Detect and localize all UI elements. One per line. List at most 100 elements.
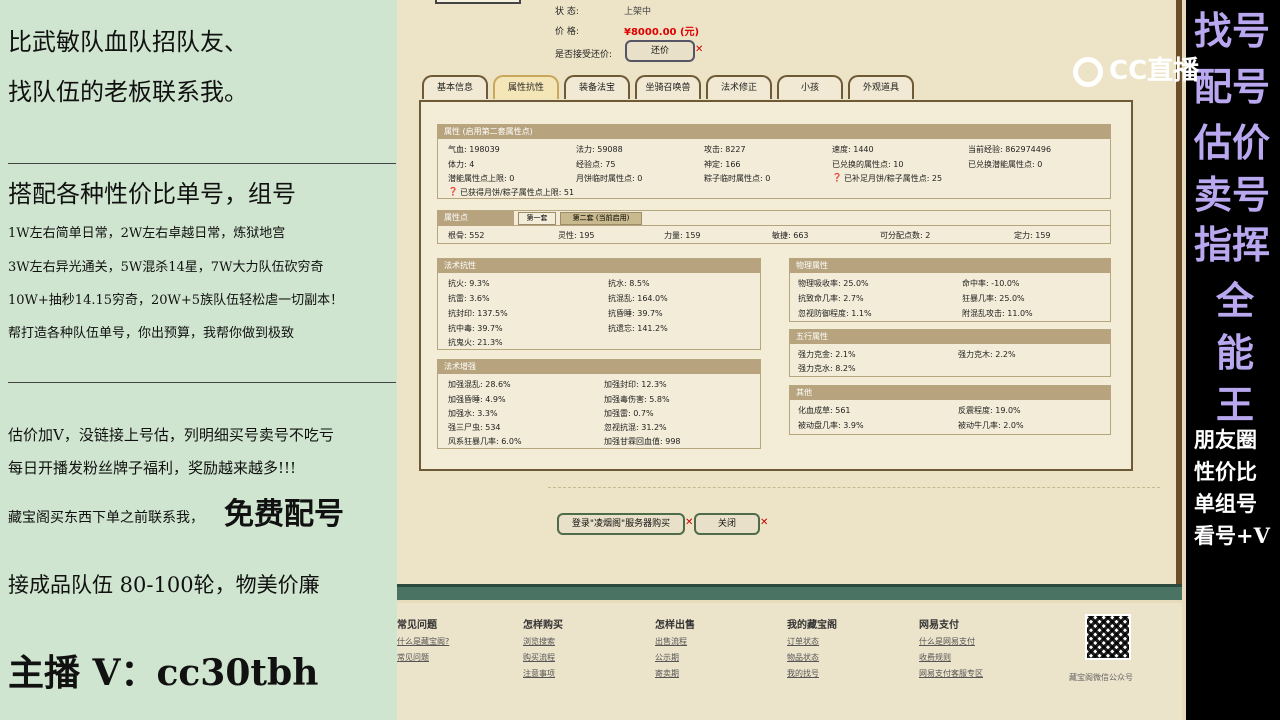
element-section: 五行属性 强力克金: 2.1% 强力克木: 2.2% 强力克水: 8.2% xyxy=(789,329,1111,377)
overlay-text: 估价 xyxy=(1194,120,1271,165)
close-button[interactable]: 关闭 xyxy=(694,513,760,535)
stat: 强力克木: 2.2% xyxy=(958,350,1016,359)
overlay-text: 全 xyxy=(1216,278,1255,323)
stat: 加强昏睡: 4.9% xyxy=(448,395,506,404)
stat: 被动牛几率: 2.0% xyxy=(958,421,1024,430)
stat: 潜能属性点上限: 0 xyxy=(448,174,515,183)
stat: 抗水: 8.5% xyxy=(608,279,650,288)
tab-basic[interactable]: 基本信息 xyxy=(422,75,488,99)
overlay-text: 能 xyxy=(1216,330,1255,375)
stream-overlay: 找号 配号 估价 卖号 指挥 全 能 王 朋友圈 性价比 单组号 看号+V xyxy=(1186,0,1280,720)
footer-heading: 网易支付 xyxy=(919,620,959,631)
stat: 定力: 159 xyxy=(1014,231,1051,240)
stat: 加强混乱: 28.6% xyxy=(448,380,511,389)
other-section: 其他 化血成草: 561 反震程度: 19.0% 被动盘几率: 3.9% 被动牛几率… xyxy=(789,385,1111,435)
stat: 根骨: 552 xyxy=(448,231,485,240)
footer-link[interactable]: 订单状态 xyxy=(787,636,819,647)
footer-heading: 常见问题 xyxy=(397,620,437,631)
stat: 攻击: 8227 xyxy=(704,145,746,154)
footer-link[interactable]: 什么是藏宝阁? xyxy=(397,636,449,647)
footer-link[interactable]: 浏览搜索 xyxy=(523,636,555,647)
section-title: 物理属性 xyxy=(790,259,1110,273)
help-icon[interactable]: ❓ xyxy=(832,173,842,182)
footer-link[interactable]: 寄卖期 xyxy=(655,668,679,679)
overlay-text: 找号 xyxy=(1194,8,1271,53)
footer-heading: 怎样出售 xyxy=(655,620,695,631)
tab-second-set[interactable]: 第二套 (当前启用) xyxy=(560,212,642,225)
section-title: 法术增强 xyxy=(438,360,760,374)
stat: 抗中毒: 39.7% xyxy=(448,324,503,333)
tab-child[interactable]: 小孩 xyxy=(777,75,843,99)
tab-first-set[interactable]: 第一套 xyxy=(518,212,556,225)
stat: 抗封印: 137.5% xyxy=(448,309,508,318)
stat: 加强雷: 0.7% xyxy=(604,409,654,418)
avatar-frame xyxy=(435,0,521,4)
bargain-button[interactable]: 还价 xyxy=(625,40,695,62)
footer-link[interactable]: 我的找号 xyxy=(787,668,819,679)
footer-link[interactable]: 购买流程 xyxy=(523,652,555,663)
promo-line: 比武敏队血队招队友、 xyxy=(8,28,248,56)
qr-caption: 藏宝阁微信公众号 xyxy=(1069,673,1133,682)
promo-line: 搭配各种性价比单号，组号 xyxy=(8,180,296,208)
footer-link[interactable]: 常见问题 xyxy=(397,652,429,663)
stat: 气血: 198039 xyxy=(448,145,500,154)
stat: 加强封印: 12.3% xyxy=(604,380,667,389)
footer-heading: 怎样购买 xyxy=(523,620,563,631)
divider xyxy=(438,225,1110,226)
stat: 月饼临时属性点: 0 xyxy=(576,174,643,183)
footer-link[interactable]: 出售流程 xyxy=(655,636,687,647)
cc-logo-icon xyxy=(1073,56,1103,87)
stat: 物理吸收率: 25.0% xyxy=(798,279,869,288)
stat: 被动盘几率: 3.9% xyxy=(798,421,864,430)
stat: 抗鬼火: 21.3% xyxy=(448,338,503,347)
points-section: 属性点 第一套 第二套 (当前启用) 根骨: 552 灵性: 195 力量: 1… xyxy=(437,210,1111,244)
help-icon[interactable]: ❓ xyxy=(448,187,458,196)
stat: 抗火: 9.3% xyxy=(448,279,490,288)
section-title: 属性 (启用第二套属性点) xyxy=(438,125,1110,139)
overlay-text: 王 xyxy=(1216,382,1255,427)
stat: 速度: 1440 xyxy=(832,145,874,154)
footer-link[interactable]: 公示期 xyxy=(655,652,679,663)
footer-link[interactable]: 网易支付客服专区 xyxy=(919,668,983,679)
footer-link[interactable]: 什么是网易支付 xyxy=(919,636,975,647)
cc-logo-text: CC直播 xyxy=(1109,56,1200,86)
buy-button[interactable]: 登录"凌烟阁"服务器购买 xyxy=(557,513,685,535)
promo-line: 1W左右简单日常，2W左右卓越日常，炼狱地宫 xyxy=(8,226,286,241)
stat: 抗昏睡: 39.7% xyxy=(608,309,663,318)
tab-attributes[interactable]: 属性抗性 xyxy=(493,75,559,99)
close-icon: ✕ xyxy=(760,517,769,528)
stat: 已兑换的属性点: 10 xyxy=(832,160,904,169)
tab-pets[interactable]: 坐骑召唤兽 xyxy=(635,75,701,99)
tab-magic[interactable]: 法术修正 xyxy=(706,75,772,99)
physical-section: 物理属性 物理吸收率: 25.0% 命中率: -10.0% 抗致命几率: 2.7%… xyxy=(789,258,1111,322)
footer-link[interactable]: 收费规则 xyxy=(919,652,951,663)
stat: 强力克水: 8.2% xyxy=(798,364,856,373)
stat: 可分配点数: 2 xyxy=(880,231,931,240)
promo-line: 10W+抽秒14.15穷奇，20W+5族队伍轻松虐一切副本！ xyxy=(8,293,344,308)
attr-section: 属性 (启用第二套属性点) 气血: 198039 法力: 59088 攻击: 8… xyxy=(437,124,1111,199)
stat: 狂暴几率: 25.0% xyxy=(962,294,1025,303)
stat: 强力克金: 2.1% xyxy=(798,350,856,359)
promo-line: 帮打造各种队伍单号，你出预算，我帮你做到极致 xyxy=(8,326,295,341)
tab-appearance[interactable]: 外观道具 xyxy=(848,75,914,99)
qr-code xyxy=(1085,614,1131,660)
bargain-label: 是否接受还价: xyxy=(555,50,613,60)
stat: 抗致命几率: 2.7% xyxy=(798,294,864,303)
footer-link[interactable]: 注意事项 xyxy=(523,668,555,679)
close-icon: ✕ xyxy=(695,44,704,55)
price-value: ¥8000.00 (元) xyxy=(624,27,700,38)
stat: 命中率: -10.0% xyxy=(962,279,1020,288)
section-title: 属性点 xyxy=(438,211,514,225)
overlay-text: 看号+V xyxy=(1194,523,1270,548)
promo-line: 接成品队伍 80-100轮，物美价廉 xyxy=(8,573,320,597)
stat: 抗混乱: 164.0% xyxy=(608,294,668,303)
status-value: 上架中 xyxy=(624,7,652,17)
attribute-panel: 属性 (启用第二套属性点) 气血: 198039 法力: 59088 攻击: 8… xyxy=(419,100,1133,471)
promo-panel: 比武敏队血队招队友、 找队伍的老板联系我。 搭配各种性价比单号，组号 1W左右简… xyxy=(0,0,397,720)
stat: 法力: 59088 xyxy=(576,145,623,154)
footer-link[interactable]: 物品状态 xyxy=(787,652,819,663)
promo-line: 每日开播发粉丝牌子福利，奖励越来越多!!! xyxy=(8,459,297,477)
game-window: 状 态: 上架中 价 格: ¥8000.00 (元) 是否接受还价: 还价 ✕ … xyxy=(397,0,1186,720)
status-label: 状 态: xyxy=(555,7,579,17)
tab-equipment[interactable]: 装备法宝 xyxy=(564,75,630,99)
